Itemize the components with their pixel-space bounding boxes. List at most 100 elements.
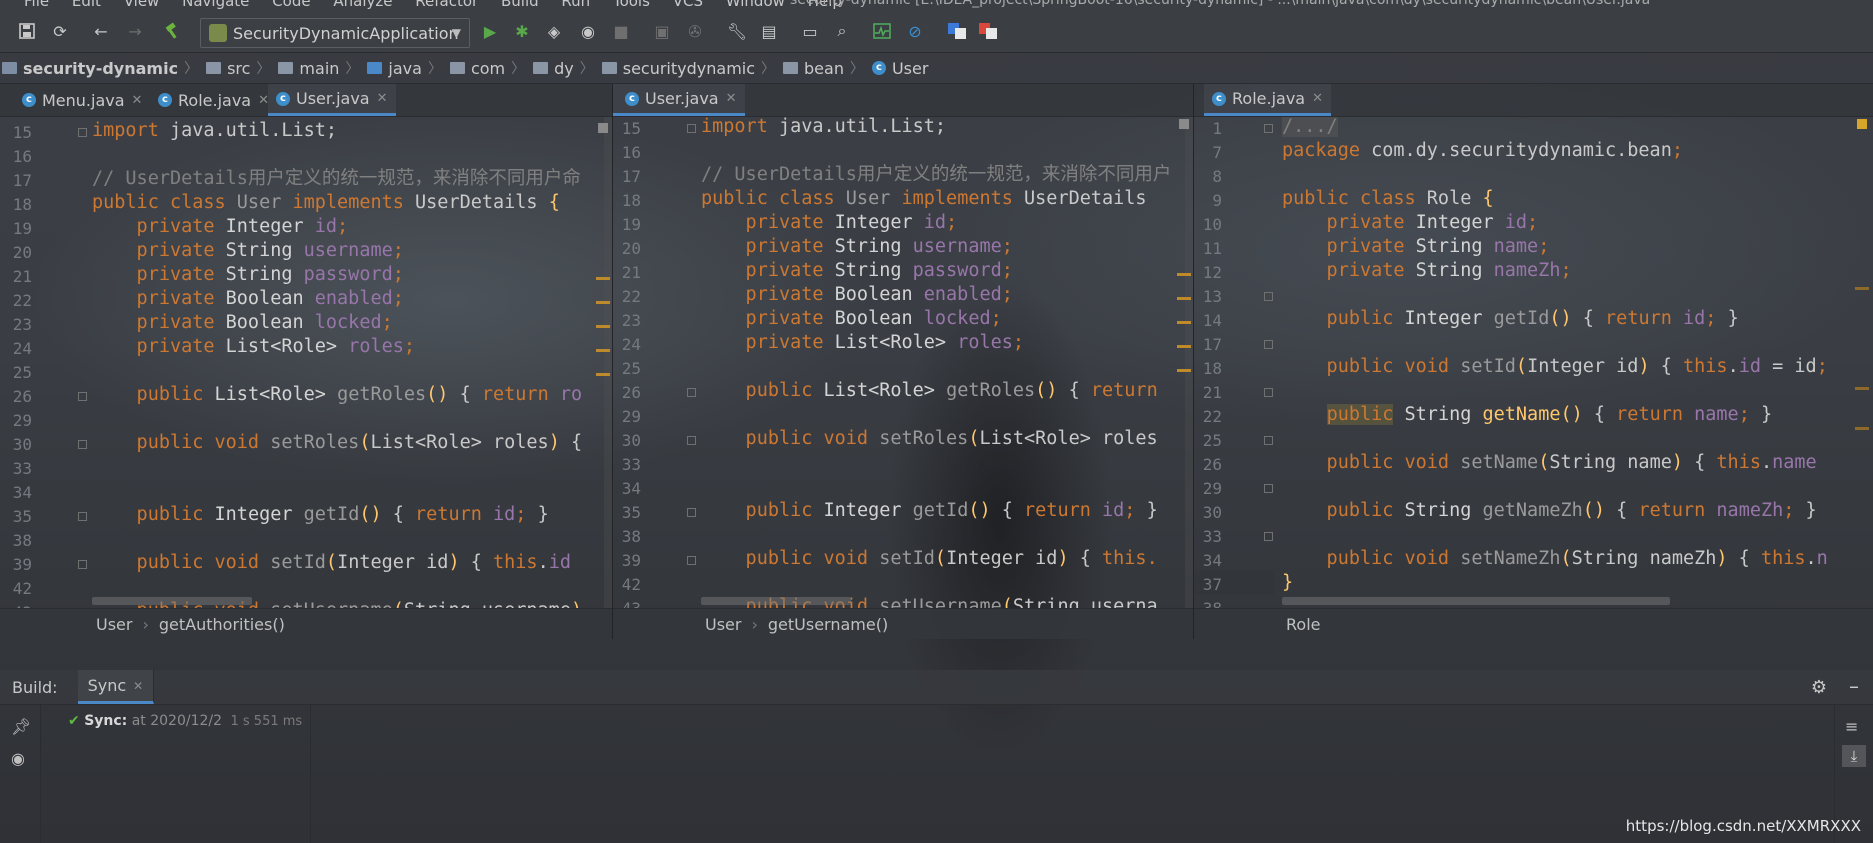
error-stripe-marker[interactable] (1177, 369, 1191, 372)
menu-file[interactable]: File (24, 0, 49, 10)
gear-icon[interactable]: ⚙ (1811, 677, 1827, 698)
menu-view[interactable]: View (124, 0, 160, 10)
forward-arrow-icon[interactable]: → (124, 20, 146, 42)
code-editor[interactable]: 1 7 8 9 10 11 12 13 14 17 18 21 22 25 26… (1194, 117, 1873, 609)
menu-window[interactable]: Window (726, 0, 785, 10)
fold-toggle[interactable] (78, 560, 87, 569)
horizontal-scrollbar[interactable] (701, 597, 851, 605)
status-method[interactable]: getAuthorities() (159, 615, 285, 634)
run-icon[interactable]: ▶ (479, 20, 501, 42)
settings-wrench-icon[interactable]: 🔧︎ (726, 20, 748, 42)
fold-toggle[interactable] (1264, 292, 1273, 301)
fold-toggle[interactable] (78, 128, 87, 137)
error-stripe-marker[interactable] (596, 277, 610, 280)
vertical-scrollbar[interactable] (1185, 117, 1193, 609)
fold-toggle[interactable] (1264, 124, 1273, 133)
menu-run[interactable]: Run (561, 0, 590, 10)
sync-icon[interactable]: ⟳ (49, 20, 71, 42)
soft-wrap-icon[interactable]: ≡ (1845, 717, 1858, 736)
attach-debugger-icon[interactable]: ▣ (651, 20, 673, 42)
inspection-indicator[interactable] (598, 123, 608, 133)
run-configuration-select[interactable]: SecurityDynamicApplication ▼ (200, 18, 470, 48)
vertical-scrollbar[interactable] (604, 117, 612, 609)
menu-build[interactable]: Build (501, 0, 539, 10)
breadcrumb-bean[interactable]: bean 〉 (775, 58, 864, 78)
activity-monitor-icon[interactable] (871, 20, 893, 42)
breadcrumb-user[interactable]: c User (864, 59, 928, 78)
fold-toggle[interactable] (78, 512, 87, 521)
project-structure-icon[interactable]: ▤ (758, 20, 780, 42)
terminal-window-icon[interactable]: ▭ (799, 20, 821, 42)
breadcrumb-src[interactable]: src 〉 (198, 58, 270, 78)
debug-icon[interactable]: ✱ (511, 20, 533, 42)
inspection-indicator[interactable] (1179, 119, 1189, 129)
fold-toggle[interactable] (687, 508, 696, 517)
close-icon[interactable]: ✕ (1312, 91, 1323, 106)
close-icon[interactable]: ✕ (726, 91, 737, 106)
stop-icon[interactable]: ■ (610, 20, 632, 42)
eye-icon[interactable]: ◉ (11, 749, 25, 768)
fold-toggle[interactable] (687, 388, 696, 397)
error-stripe-marker[interactable] (1855, 287, 1869, 290)
error-stripe-marker[interactable] (1177, 273, 1191, 276)
status-class[interactable]: Role (1286, 615, 1320, 634)
fold-toggle[interactable] (687, 436, 696, 445)
menu-navigate[interactable]: Navigate (182, 0, 249, 10)
breadcrumb-main[interactable]: main 〉 (270, 58, 359, 78)
error-stripe-marker[interactable] (1855, 427, 1869, 430)
update-running-app-icon[interactable]: ✇ (684, 20, 706, 42)
fold-toggle[interactable] (1264, 340, 1273, 349)
status-class[interactable]: User (96, 615, 132, 634)
close-icon[interactable]: ✕ (132, 93, 143, 108)
build-hammer-icon[interactable] (162, 20, 184, 42)
breadcrumb-project[interactable]: security-dynamic 〉 (0, 58, 198, 78)
no-entry-icon[interactable]: ⊘ (904, 20, 926, 42)
error-stripe-marker[interactable] (1177, 345, 1191, 348)
error-stripe-marker[interactable] (1177, 321, 1191, 324)
menu-refactor[interactable]: Refactor (415, 0, 478, 10)
menu-vcs[interactable]: VCS (673, 0, 703, 10)
back-arrow-icon[interactable]: ← (90, 20, 112, 42)
tab-menu-java[interactable]: c Menu.java ✕ (14, 84, 142, 116)
error-stripe-marker[interactable] (596, 301, 610, 304)
minimize-icon[interactable]: – (1849, 674, 1859, 698)
error-stripe-marker[interactable] (596, 373, 610, 376)
tab-role-java[interactable]: c Role.java ✕ (150, 84, 269, 116)
error-stripe-marker[interactable] (596, 349, 610, 352)
breadcrumb-dy[interactable]: dy 〉 (525, 58, 594, 78)
tab-sync[interactable]: Sync ✕ (77, 670, 155, 704)
breadcrumb-securitydynamic[interactable]: securitydynamic 〉 (594, 58, 775, 78)
translate-icon[interactable] (946, 20, 968, 42)
status-class[interactable]: User (705, 615, 741, 634)
fold-toggle[interactable] (78, 440, 87, 449)
fold-toggle[interactable] (1264, 484, 1273, 493)
close-icon[interactable]: ✕ (133, 679, 143, 693)
tab-role-java[interactable]: c Role.java ✕ (1204, 84, 1331, 116)
horizontal-scrollbar[interactable] (1282, 597, 1670, 605)
search-icon[interactable]: ⌕ (831, 20, 853, 42)
fold-toggle[interactable] (1264, 436, 1273, 445)
error-stripe-marker[interactable] (1855, 387, 1869, 390)
menu-tools[interactable]: Tools (613, 0, 650, 10)
run-with-coverage-icon[interactable]: ◈ (543, 20, 565, 42)
error-stripe-marker[interactable] (1177, 297, 1191, 300)
menu-code[interactable]: Code (272, 0, 310, 10)
status-method[interactable]: getUsername() (768, 615, 888, 634)
scroll-to-end-icon[interactable]: ⤓ (1842, 745, 1866, 767)
close-icon[interactable]: ✕ (377, 91, 388, 106)
fold-toggle[interactable] (687, 124, 696, 133)
inspection-indicator[interactable] (1857, 119, 1867, 129)
menu-edit[interactable]: Edit (72, 0, 101, 10)
tab-user-java[interactable]: c User.java ✕ (613, 84, 745, 116)
breadcrumb-java[interactable]: java 〉 (359, 58, 442, 78)
pin-icon[interactable]: 📌︎ (11, 717, 31, 736)
menu-analyze[interactable]: Analyze (333, 0, 392, 10)
google-translate-icon[interactable] (977, 20, 999, 42)
tab-user-java[interactable]: c User.java ✕ (268, 84, 396, 116)
code-editor[interactable]: 15 16 17 18 19 20 21 22 23 24 25 26 29 3… (0, 117, 612, 609)
profile-icon[interactable]: ◉ (577, 20, 599, 42)
fold-toggle[interactable] (687, 556, 696, 565)
horizontal-scrollbar[interactable] (92, 597, 252, 605)
save-all-icon[interactable] (16, 20, 38, 42)
fold-toggle[interactable] (1264, 388, 1273, 397)
